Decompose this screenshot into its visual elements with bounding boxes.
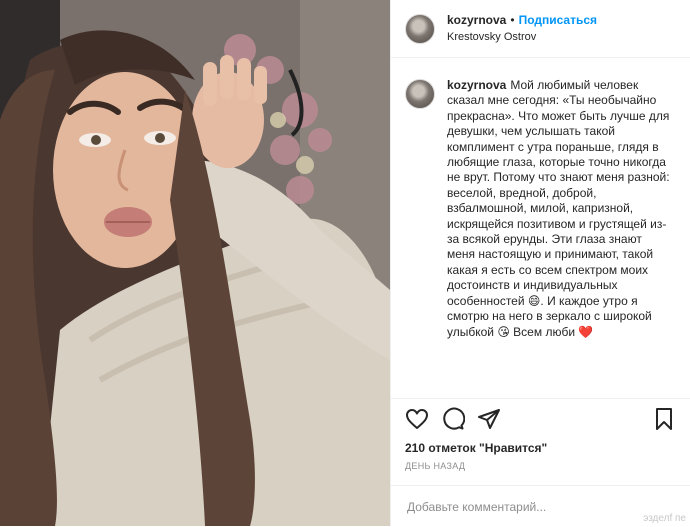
post-photo[interactable]	[0, 0, 390, 526]
post-timestamp[interactable]: ДЕНЬ НАЗАД	[391, 461, 690, 471]
post-header: kozyrnova • Подписаться Krestovsky Ostrov	[391, 0, 690, 58]
heart-icon[interactable]	[405, 407, 429, 431]
likes-count[interactable]: 210 отметок "Нравится"	[391, 441, 690, 455]
author-avatar[interactable]	[405, 13, 435, 44]
author-username-link[interactable]: kozyrnova	[447, 13, 506, 27]
caption-avatar[interactable]	[405, 79, 435, 109]
caption-body: kozyrnova Мой любимый человек сказал мне …	[447, 78, 673, 340]
action-bar	[391, 399, 690, 439]
watermark-text: эзделf пе	[643, 513, 686, 524]
post-actions-section: 210 отметок "Нравится" ДЕНЬ НАЗАД	[391, 398, 690, 471]
location-link[interactable]: Krestovsky Ostrov	[447, 29, 597, 46]
post-sidebar: kozyrnova • Подписаться Krestovsky Ostrov …	[390, 0, 690, 526]
caption-text: Мой любимый человек сказал мне сегодня: …	[447, 78, 670, 339]
instagram-post: kozyrnova • Подписаться Krestovsky Ostrov …	[0, 0, 690, 526]
bookmark-icon[interactable]	[652, 407, 676, 431]
post-caption: kozyrnova Мой любимый человек сказал мне …	[405, 78, 676, 340]
comment-input[interactable]	[405, 498, 676, 515]
follow-button[interactable]: Подписаться	[519, 13, 597, 27]
share-icon[interactable]	[477, 407, 501, 431]
separator-dot: •	[510, 12, 515, 27]
comment-icon[interactable]	[441, 407, 465, 431]
caption-username-link[interactable]: kozyrnova	[447, 78, 506, 92]
selfie-image	[0, 0, 390, 526]
